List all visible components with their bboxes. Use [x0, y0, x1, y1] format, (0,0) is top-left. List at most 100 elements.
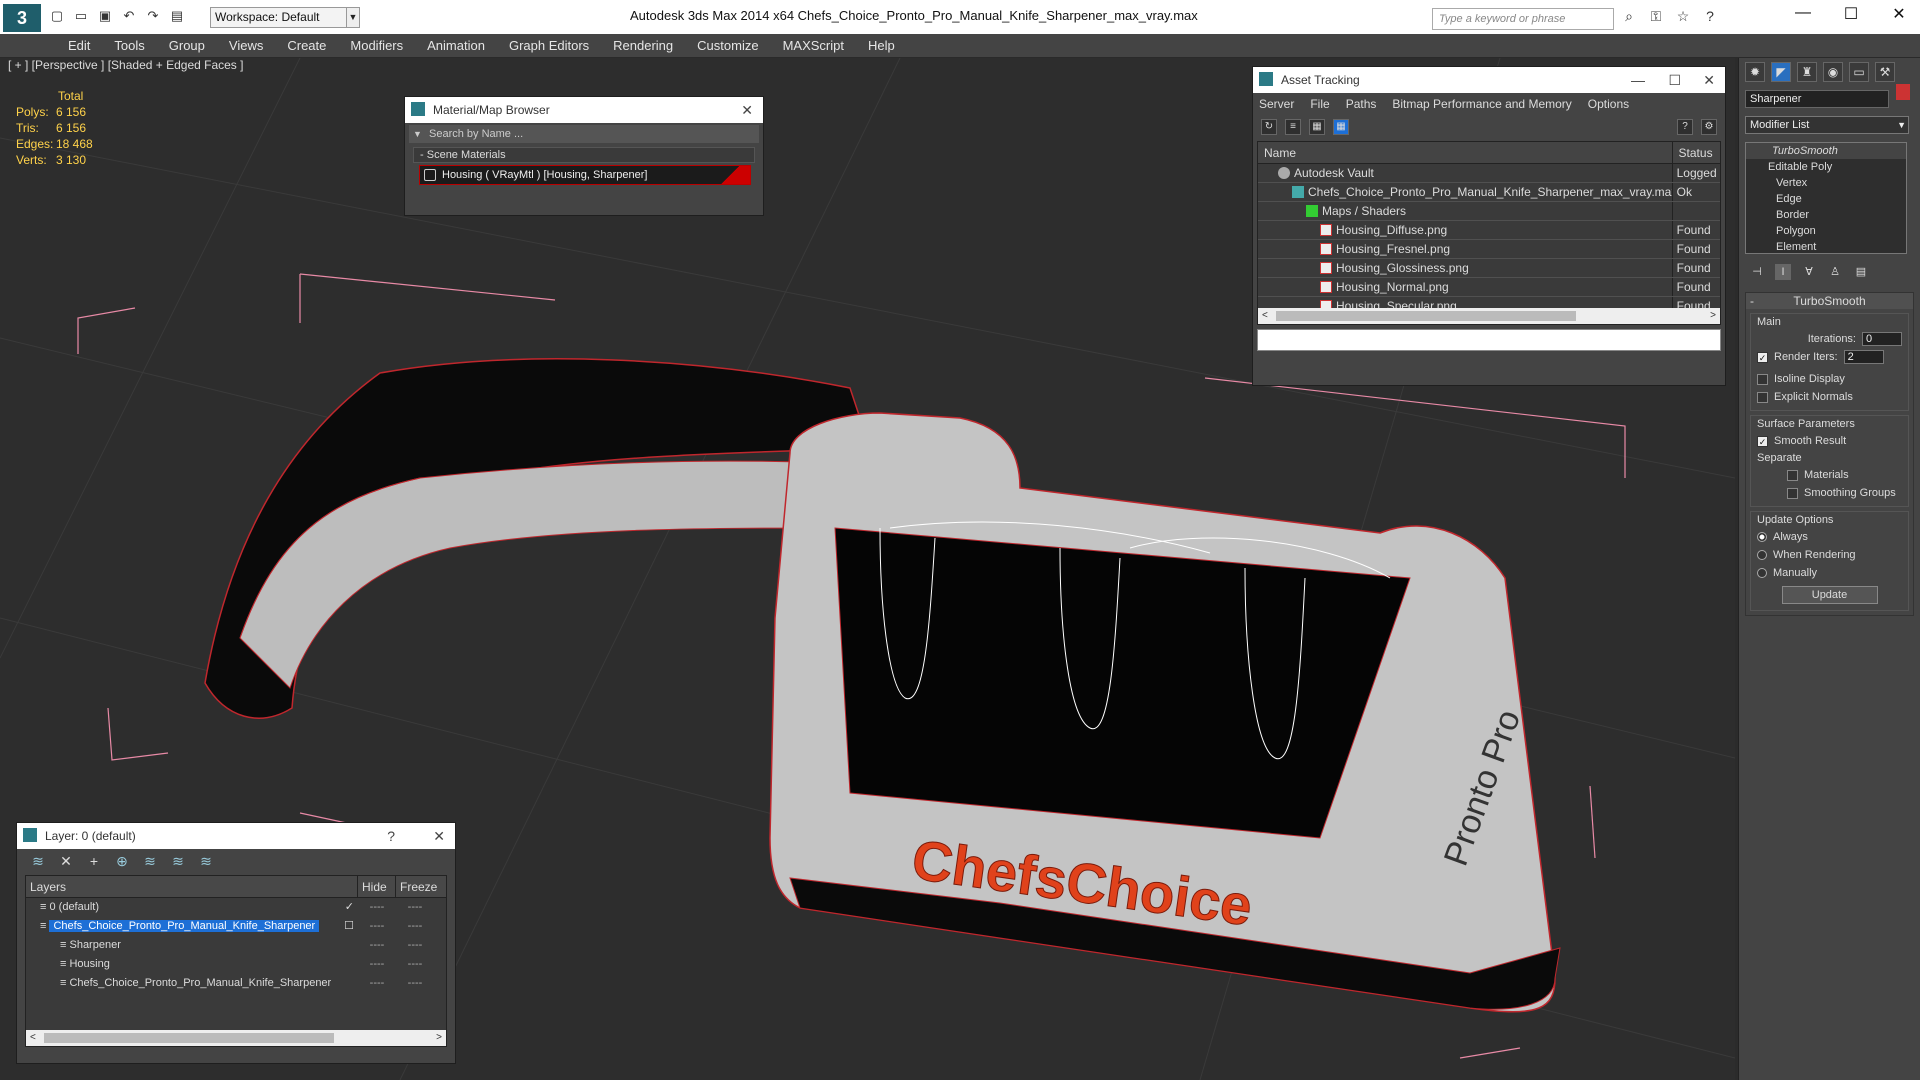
open-file-icon[interactable]: ▭	[72, 8, 90, 24]
freeze-toggle[interactable]: ----	[396, 917, 434, 936]
save-icon[interactable]: ▣	[96, 8, 114, 24]
help-icon[interactable]: ?	[387, 823, 395, 849]
layer-titlebar[interactable]: Layer: 0 (default) ? ✕	[17, 823, 455, 849]
asset-row[interactable]: Housing_Normal.png Found	[1258, 278, 1720, 297]
table-view-icon[interactable]: ▦	[1333, 119, 1349, 135]
redo-icon[interactable]: ↷	[144, 8, 162, 24]
update-button[interactable]: Update	[1781, 586, 1878, 604]
settings-icon[interactable]: ⚙	[1701, 119, 1717, 135]
isoline-checkbox[interactable]	[1757, 373, 1768, 385]
stack-item[interactable]: Editable Poly	[1746, 159, 1906, 175]
menu-customize[interactable]: Customize	[685, 34, 770, 57]
layer-row[interactable]: ≡ Housing ---- ----	[26, 955, 446, 974]
when-rendering-radio[interactable]	[1757, 550, 1767, 560]
layer-row[interactable]: ≡ Sharpener ---- ----	[26, 936, 446, 955]
asset-row[interactable]: Housing_Glossiness.png Found	[1258, 259, 1720, 278]
options-triangle-icon[interactable]: ▼	[413, 125, 422, 143]
horizontal-scrollbar[interactable]: < >	[26, 1030, 446, 1046]
layer-row[interactable]: ≡ Chefs_Choice_Pronto_Pro_Manual_Knife_S…	[26, 917, 446, 936]
menu-maxscript[interactable]: MAXScript	[771, 34, 856, 57]
menu-bitmap-performance[interactable]: Bitmap Performance and Memory	[1392, 93, 1571, 115]
maximize-button[interactable]: ☐	[1836, 4, 1866, 24]
refresh-icon[interactable]: ↻	[1261, 119, 1277, 135]
workspace-dropdown[interactable]: Workspace: Default ▼	[210, 7, 360, 28]
column-hide[interactable]: Hide	[358, 876, 396, 897]
modify-tab-icon[interactable]: ◤	[1771, 62, 1791, 82]
new-layer-icon[interactable]: ≋	[29, 853, 47, 870]
make-unique-icon[interactable]: ∀	[1801, 264, 1817, 280]
freeze-toggle[interactable]: ----	[396, 974, 434, 993]
rollout-header[interactable]: - TurboSmooth	[1746, 293, 1913, 309]
asset-row[interactable]: Maps / Shaders	[1258, 202, 1720, 221]
menu-group[interactable]: Group	[157, 34, 217, 57]
asset-row[interactable]: Housing_Fresnel.png Found	[1258, 240, 1720, 259]
close-icon[interactable]: ✕	[1703, 67, 1715, 93]
maximize-icon[interactable]: ☐	[1668, 67, 1681, 93]
material-search-input[interactable]: ▼ Search by Name ...	[409, 125, 759, 143]
create-tab-icon[interactable]: ✹	[1745, 62, 1765, 82]
undo-icon[interactable]: ↶	[120, 8, 138, 24]
favorites-star-icon[interactable]: ☆	[1674, 8, 1692, 25]
scroll-right-icon[interactable]: >	[1710, 308, 1716, 324]
hide-toggle[interactable]: ----	[358, 936, 396, 955]
list-view-icon[interactable]: ≡	[1285, 119, 1301, 135]
menu-edit[interactable]: Edit	[56, 34, 102, 57]
freeze-toggle[interactable]: ----	[396, 898, 434, 917]
motion-tab-icon[interactable]: ◉	[1823, 62, 1843, 82]
project-folder-icon[interactable]: ▤	[168, 8, 186, 24]
asset-row[interactable]: Housing_Diffuse.png Found	[1258, 221, 1720, 240]
scroll-thumb[interactable]	[1276, 311, 1576, 321]
utilities-tab-icon[interactable]: ⚒	[1875, 62, 1895, 82]
delete-layer-icon[interactable]: ✕	[57, 853, 75, 870]
close-icon[interactable]: ✕	[741, 97, 753, 123]
viewport-label[interactable]: [ + ] [Perspective ] [Shaded + Edged Fac…	[8, 58, 243, 72]
menu-server[interactable]: Server	[1259, 93, 1294, 115]
menu-create[interactable]: Create	[275, 34, 338, 57]
hide-toggle[interactable]: ----	[358, 917, 396, 936]
freeze-toggle[interactable]: ----	[396, 936, 434, 955]
help-icon[interactable]: ?	[1677, 119, 1693, 135]
material-browser-titlebar[interactable]: Material/Map Browser ✕	[405, 97, 763, 123]
close-icon[interactable]: ✕	[433, 823, 445, 849]
asset-tracking-titlebar[interactable]: Asset Tracking — ☐ ✕	[1253, 67, 1725, 93]
freeze-all-icon[interactable]: ≋	[197, 853, 215, 870]
hide-toggle[interactable]: ----	[358, 955, 396, 974]
display-tab-icon[interactable]: ▭	[1849, 62, 1869, 82]
column-freeze[interactable]: Freeze	[396, 876, 437, 897]
scroll-left-icon[interactable]: <	[30, 1030, 36, 1046]
hierarchy-tab-icon[interactable]: ♜	[1797, 62, 1817, 82]
add-to-layer-icon[interactable]: +	[85, 853, 103, 869]
stack-item[interactable]: Element	[1746, 239, 1906, 255]
menu-tools[interactable]: Tools	[102, 34, 156, 57]
key-icon[interactable]: ⚿	[1647, 8, 1665, 25]
render-iters-spinner[interactable]: 2	[1843, 350, 1884, 364]
scene-materials-section[interactable]: - Scene Materials	[413, 147, 755, 163]
stack-item[interactable]: Border	[1746, 207, 1906, 223]
asset-row[interactable]: Chefs_Choice_Pronto_Pro_Manual_Knife_Sha…	[1258, 183, 1720, 202]
column-layers[interactable]: Layers	[26, 876, 358, 897]
remove-modifier-icon[interactable]: ♙	[1827, 264, 1843, 280]
materials-checkbox[interactable]	[1787, 469, 1798, 481]
menu-graph-editors[interactable]: Graph Editors	[497, 34, 601, 57]
search-input[interactable]	[1432, 8, 1614, 30]
stack-item[interactable]: Edge	[1746, 191, 1906, 207]
render-iters-checkbox[interactable]: ✓	[1757, 351, 1768, 363]
menu-options[interactable]: Options	[1588, 93, 1629, 115]
current-layer-indicator[interactable]: ✓	[345, 898, 354, 917]
menu-file[interactable]: File	[1310, 93, 1329, 115]
menu-views[interactable]: Views	[217, 34, 275, 57]
explicit-normals-checkbox[interactable]	[1757, 391, 1768, 403]
always-radio[interactable]	[1757, 532, 1767, 542]
hide-toggle[interactable]: ----	[358, 898, 396, 917]
show-end-result-icon[interactable]: I	[1775, 264, 1791, 280]
highlight-layer-icon[interactable]: ≋	[141, 853, 159, 870]
menu-animation[interactable]: Animation	[415, 34, 497, 57]
freeze-toggle[interactable]: ----	[396, 955, 434, 974]
object-name-field[interactable]: Sharpener	[1745, 90, 1889, 108]
smoothing-groups-checkbox[interactable]	[1787, 487, 1798, 499]
workspace-menu-button[interactable]: ▼	[346, 7, 360, 28]
menu-paths[interactable]: Paths	[1346, 93, 1377, 115]
asset-row[interactable]: Autodesk Vault Logged	[1258, 164, 1720, 183]
select-objects-icon[interactable]: ⊕	[113, 853, 131, 870]
modifier-list-dropdown[interactable]: Modifier List ▼	[1745, 116, 1909, 134]
